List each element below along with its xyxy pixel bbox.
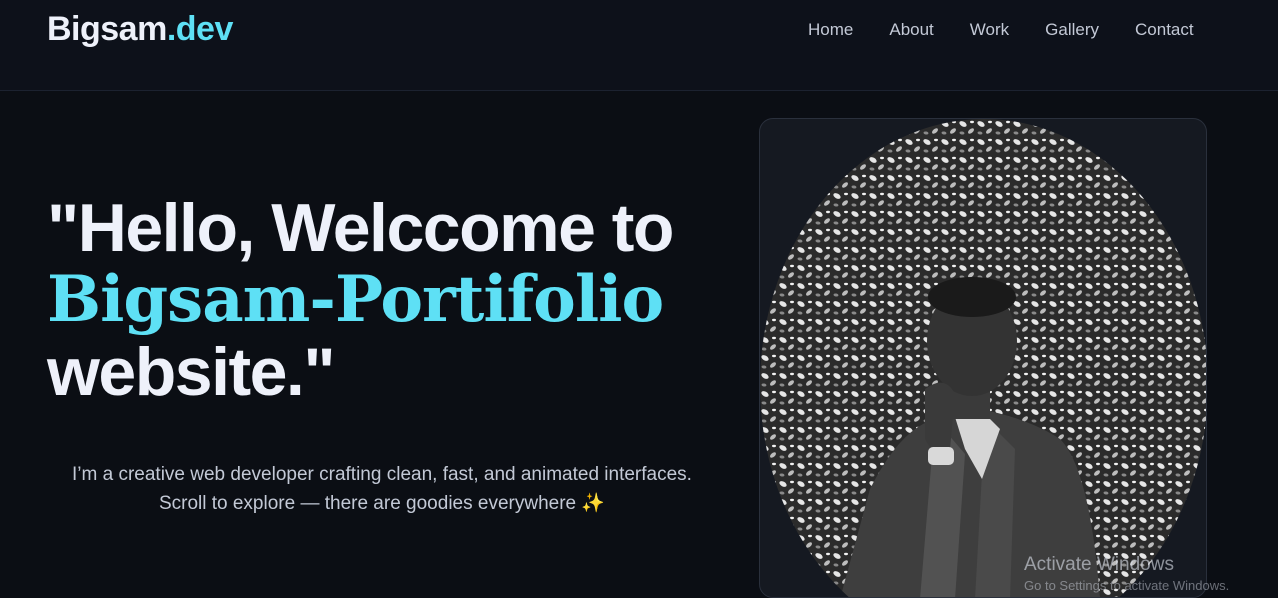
portrait-photo bbox=[760, 119, 1206, 597]
nav-gallery[interactable]: Gallery bbox=[1027, 20, 1117, 40]
activate-windows-title: Activate Windows bbox=[1024, 554, 1174, 575]
logo-brand: Bigsam bbox=[47, 10, 167, 48]
site-header: Bigsam.dev Home About Work Gallery Conta… bbox=[0, 0, 1278, 91]
logo-tld: .dev bbox=[166, 10, 234, 48]
hero-subtitle-text: Scroll to explore — there are goodies ev… bbox=[158, 493, 577, 514]
site-logo[interactable]: Bigsam.dev bbox=[47, 10, 233, 49]
nav-work[interactable]: Work bbox=[952, 20, 1027, 40]
hero-title-accent: Bigsam-Portifolio bbox=[47, 262, 664, 337]
nav-about[interactable]: About bbox=[871, 20, 951, 40]
main-nav: Home About Work Gallery Contact bbox=[790, 20, 1212, 40]
sparkle-icon: ✨ bbox=[581, 493, 606, 514]
nav-home[interactable]: Home bbox=[790, 20, 871, 40]
hero-subtitle: I’m a creative web developer crafting cl… bbox=[47, 460, 717, 518]
hero-subtitle-line-1: I’m a creative web developer crafting cl… bbox=[72, 464, 692, 485]
hero-title: "Hello, Welccome to Bigsam-Portifolio we… bbox=[47, 192, 747, 408]
hero-title-line-1: "Hello, Welccome to bbox=[47, 190, 674, 266]
hero-subtitle-line-2: Scroll to explore — there are goodies ev… bbox=[47, 489, 717, 518]
hero-title-line-3: website." bbox=[47, 334, 336, 410]
portrait-card bbox=[759, 118, 1207, 598]
nav-contact[interactable]: Contact bbox=[1117, 20, 1212, 40]
